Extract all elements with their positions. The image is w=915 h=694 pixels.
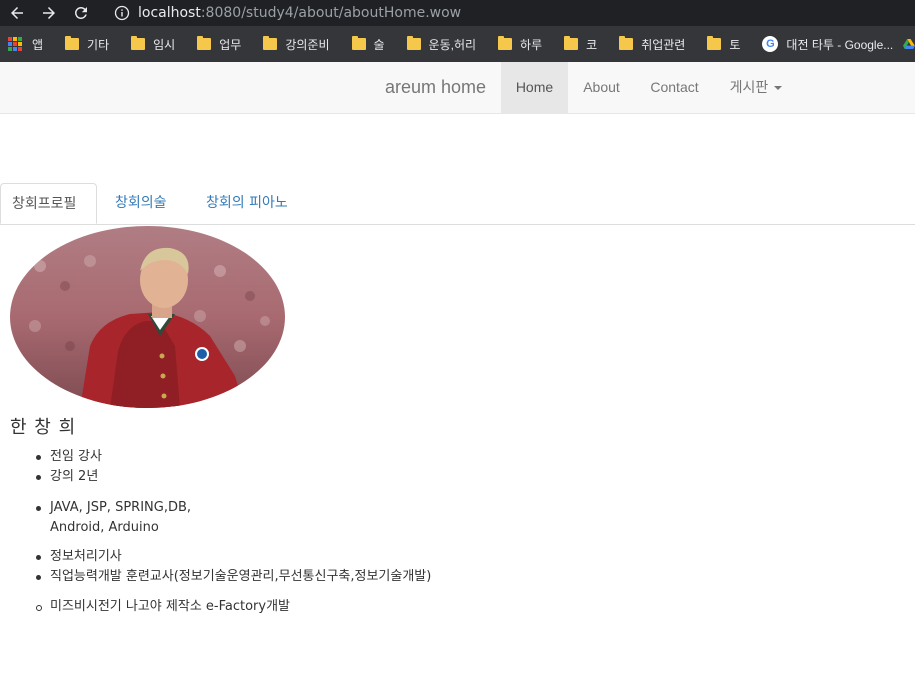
- skills-line-2: Android, Arduino: [50, 520, 159, 535]
- folder-icon: [498, 36, 513, 50]
- url-path: :8080/study4/about/aboutHome.wow: [200, 5, 462, 21]
- bookmark-label: 취업관련: [641, 37, 686, 52]
- skills-line-1: JAVA, JSP, SPRING,DB,: [50, 500, 192, 515]
- url-text: localhost:8080/study4/about/aboutHome.wo…: [138, 5, 461, 21]
- profile-name: 한 창 희: [10, 417, 77, 438]
- list-item: 정보처리기사: [35, 547, 431, 567]
- folder-icon: [351, 36, 366, 50]
- bookmark-folder[interactable]: 운동,허리: [399, 26, 477, 62]
- forward-arrow-icon[interactable]: [36, 0, 62, 26]
- url-host: localhost: [138, 5, 201, 21]
- folder-icon: [619, 36, 634, 50]
- bookmark-apps[interactable]: 앱: [0, 26, 43, 62]
- bookmark-label: 술: [373, 37, 385, 52]
- list-item: 강의 2년: [36, 467, 102, 487]
- reload-icon[interactable]: [68, 0, 94, 26]
- google-drive-icon[interactable]: [903, 38, 915, 50]
- nav-board-dropdown[interactable]: 게시판: [714, 62, 798, 113]
- bookmark-label: 임시: [153, 37, 176, 52]
- tab-profile[interactable]: 창회프로필: [0, 183, 97, 224]
- bookmarks-bar: 앱 기타 임시 업무 강의준비 술 운동,허리 하루 코 취업관련 토 G 대전 …: [0, 26, 915, 62]
- site-navbar: areum home Home About Contact 게시판: [0, 62, 915, 114]
- project-list: 미즈비시전기 나고야 제작소 e-Factory개발: [35, 597, 290, 617]
- certification-list: 정보처리기사 직업능력개발 훈련교사(정보기술운영관리,무선통신구축,정보기술개…: [35, 547, 431, 587]
- profile-tabs: 창회프로필 창회의술 창회의 피아노: [0, 183, 915, 225]
- bookmark-folder[interactable]: 임시: [123, 26, 175, 62]
- folder-icon: [564, 36, 579, 50]
- bookmark-label: 강의준비: [285, 37, 330, 52]
- list-item: 미즈비시전기 나고야 제작소 e-Factory개발: [35, 597, 290, 617]
- bookmark-label: 대전 타투 - Google...: [786, 37, 894, 52]
- bookmark-folder[interactable]: 기타: [57, 26, 109, 62]
- bookmark-folder[interactable]: 코: [556, 26, 597, 62]
- tab-medicine[interactable]: 창회의술: [115, 183, 167, 224]
- bookmark-label: 운동,허리: [428, 37, 477, 52]
- nav-contact[interactable]: Contact: [635, 62, 714, 113]
- list-item: 전임 강사: [36, 447, 102, 467]
- navbar-brand[interactable]: areum home: [385, 62, 486, 113]
- bookmark-label: 토: [729, 37, 741, 52]
- bookmark-label: 업무: [219, 37, 242, 52]
- bookmark-label: 앱: [32, 37, 44, 52]
- list-item: 직업능력개발 훈련교사(정보기술운영관리,무선통신구축,정보기술개발): [35, 567, 431, 587]
- folder-icon: [197, 36, 212, 50]
- experience-list: 전임 강사 강의 2년: [36, 447, 102, 487]
- nav-about[interactable]: About: [568, 62, 635, 113]
- google-icon: G: [762, 36, 779, 52]
- apps-grid-icon: [8, 37, 22, 51]
- bookmark-folder[interactable]: 토: [699, 26, 740, 62]
- bookmark-folder[interactable]: 취업관련: [611, 26, 685, 62]
- back-arrow-icon[interactable]: [4, 0, 30, 26]
- bookmark-label: 하루: [520, 37, 543, 52]
- list-item: JAVA, JSP, SPRING,DB, Android, Arduino: [35, 498, 192, 538]
- bookmark-folder[interactable]: 하루: [490, 26, 542, 62]
- bookmark-google[interactable]: G 대전 타투 - Google...: [754, 26, 893, 62]
- browser-toolbar: localhost:8080/study4/about/aboutHome.wo…: [0, 0, 915, 26]
- folder-icon: [263, 36, 278, 50]
- bookmark-folder[interactable]: 술: [344, 26, 385, 62]
- folder-icon: [707, 36, 722, 50]
- nav-board-label: 게시판: [729, 79, 769, 95]
- folder-icon: [65, 36, 80, 50]
- folder-icon: [131, 36, 146, 50]
- folder-icon: [406, 36, 421, 50]
- bookmark-label: 코: [586, 37, 598, 52]
- info-icon[interactable]: [114, 5, 130, 21]
- bookmark-folder[interactable]: 업무: [189, 26, 241, 62]
- tab-piano[interactable]: 창회의 피아노: [206, 183, 288, 224]
- nav-home[interactable]: Home: [501, 62, 568, 113]
- profile-photo: [10, 226, 285, 408]
- caret-down-icon: [774, 86, 783, 91]
- bookmark-folder[interactable]: 강의준비: [255, 26, 330, 62]
- bookmark-label: 기타: [87, 37, 110, 52]
- address-bar[interactable]: localhost:8080/study4/about/aboutHome.wo…: [104, 0, 915, 26]
- skills-list: JAVA, JSP, SPRING,DB, Android, Arduino: [35, 498, 192, 538]
